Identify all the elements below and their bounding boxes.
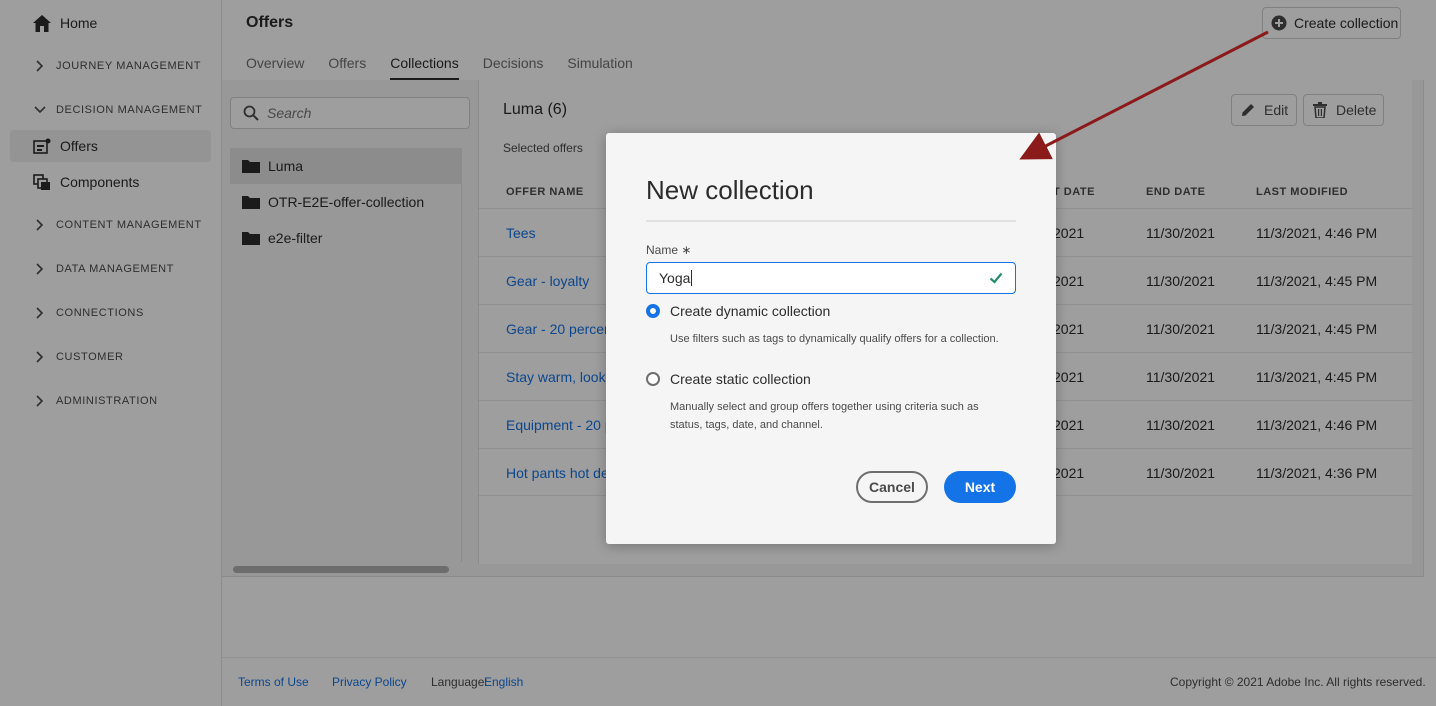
name-field-label: Name ∗ [646,243,692,257]
checkmark-icon [989,271,1003,285]
static-collection-description: Manually select and group offers togethe… [670,401,979,431]
text-cursor [691,270,693,286]
static-collection-label: Create static collection [670,371,811,387]
dynamic-collection-label: Create dynamic collection [670,303,831,319]
dynamic-collection-description: Use filters such as tags to dynamically … [670,333,999,345]
static-collection-option[interactable]: Create static collection [646,371,811,387]
cancel-button[interactable]: Cancel [856,471,928,503]
next-button[interactable]: Next [944,471,1016,503]
dynamic-collection-option[interactable]: Create dynamic collection [646,303,830,319]
collection-name-input[interactable]: Yoga [646,262,1016,294]
new-collection-dialog: New collection Name ∗ Yoga Create dynami… [606,133,1056,544]
dynamic-collection-radio[interactable] [646,304,660,318]
collection-name-value: Yoga [659,270,691,286]
dialog-divider [646,220,1016,222]
static-collection-radio[interactable] [646,372,660,386]
dialog-title: New collection [646,175,814,205]
